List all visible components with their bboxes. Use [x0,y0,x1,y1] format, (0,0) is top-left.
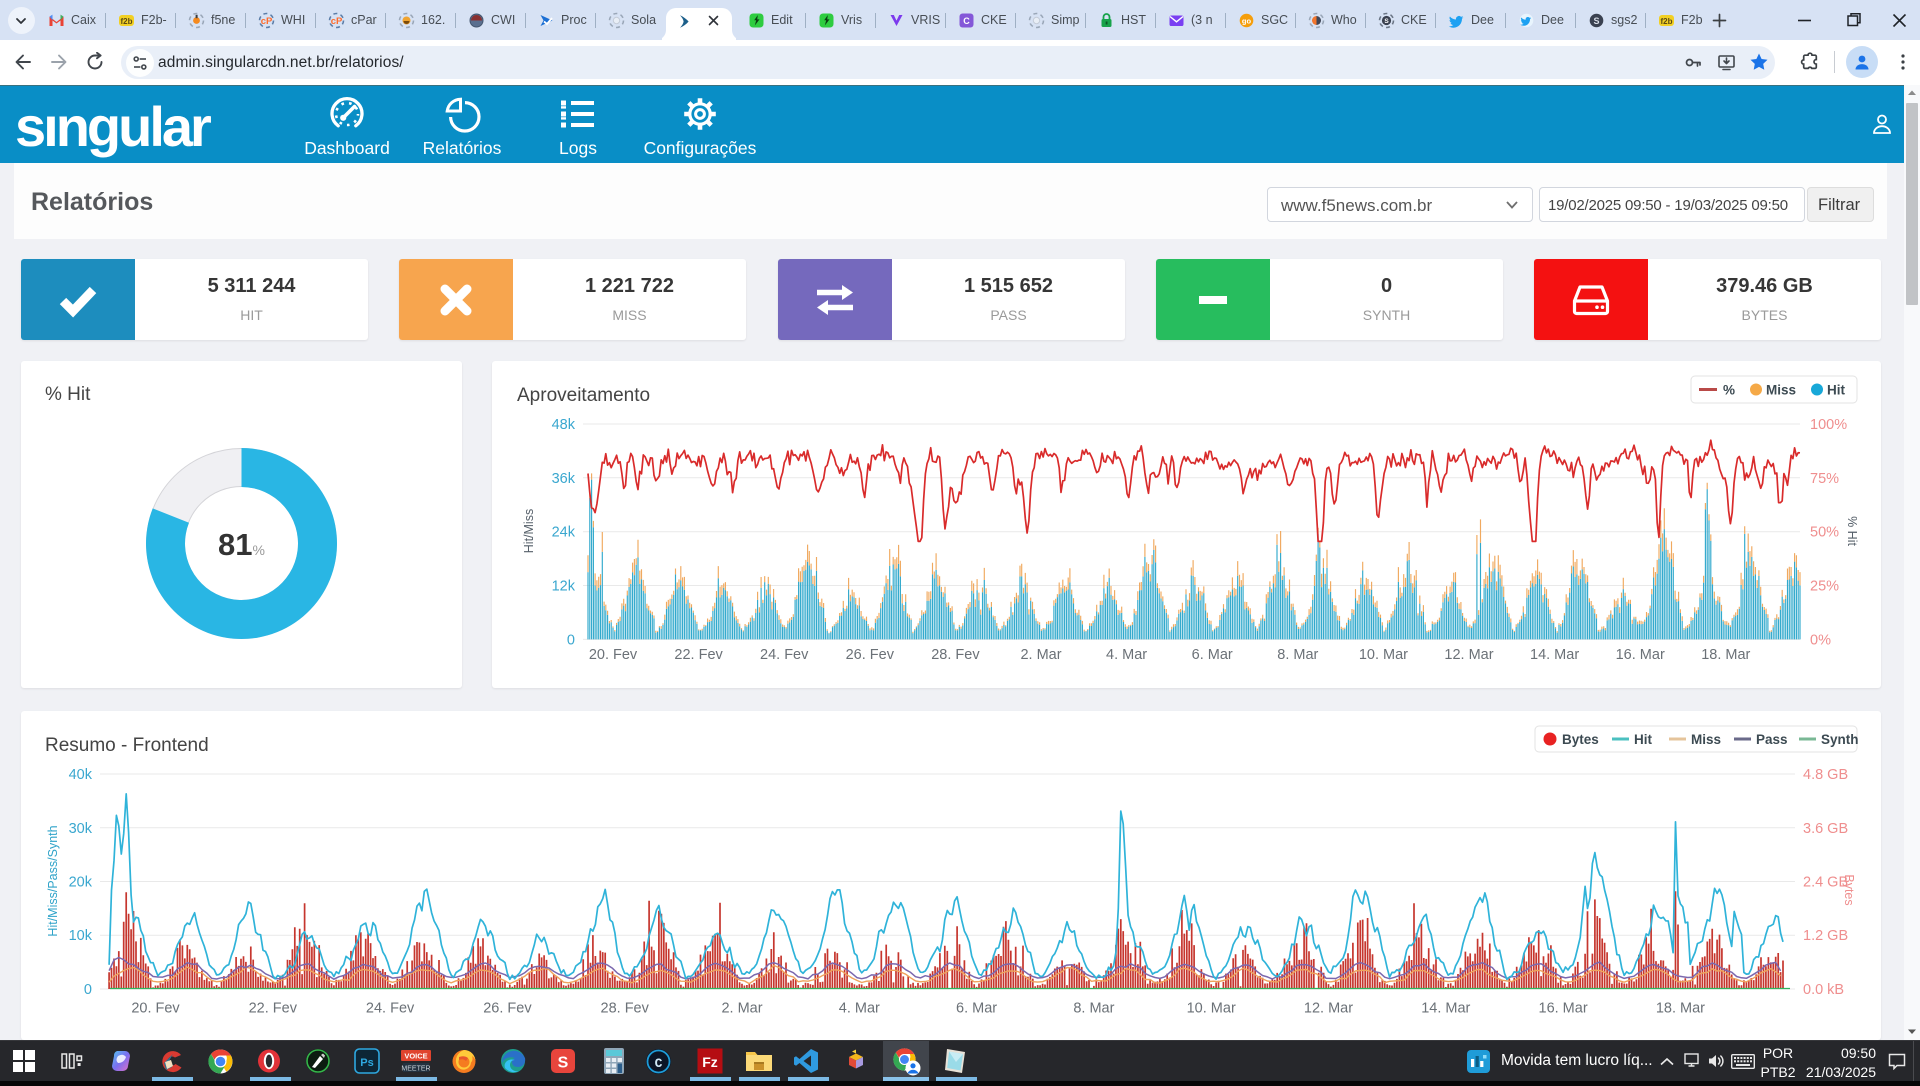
svg-text:Miss: Miss [1766,383,1796,398]
svg-text:14. Mar: 14. Mar [1421,1001,1470,1017]
svg-text:1.2 GB: 1.2 GB [1803,928,1848,944]
svg-text:2. Mar: 2. Mar [1020,647,1061,663]
svg-text:26. Fev: 26. Fev [846,647,895,663]
svg-text:0: 0 [84,982,92,998]
svg-text:VOICE: VOICE [404,1052,427,1061]
svg-text:% Hit: % Hit [1845,516,1859,546]
svg-text:S: S [1384,18,1389,25]
svg-text:50%: 50% [1810,525,1839,541]
svg-text:20. Fev: 20. Fev [589,647,638,663]
svg-text:40k: 40k [69,767,93,783]
svg-text:MEETER: MEETER [401,1066,430,1073]
svg-text:0%: 0% [1810,632,1831,648]
svg-text:2.4 GB: 2.4 GB [1803,875,1848,891]
svg-text:28. Fev: 28. Fev [931,647,980,663]
svg-text:cP: cP [261,16,273,27]
svg-text:12. Mar: 12. Mar [1444,647,1493,663]
svg-text:Miss: Miss [1691,732,1721,747]
svg-text:Pass: Pass [1756,732,1788,747]
svg-text:0.0 kB: 0.0 kB [1803,982,1844,998]
svg-text:Fz: Fz [702,1054,718,1070]
svg-text:25%: 25% [1810,579,1839,595]
svg-text:f2b: f2b [121,17,133,26]
svg-text:Resumo - Frontend: Resumo - Frontend [45,735,209,756]
svg-text:8. Mar: 8. Mar [1073,1001,1114,1017]
svg-text:Hit/Miss: Hit/Miss [522,509,536,553]
svg-text:6. Mar: 6. Mar [1192,647,1233,663]
svg-text:16. Mar: 16. Mar [1616,647,1665,663]
svg-text:go: go [1242,17,1252,26]
svg-text:22. Fev: 22. Fev [674,647,723,663]
svg-text:36k: 36k [552,471,576,487]
svg-text:S: S [1593,16,1599,26]
svg-text:C: C [963,16,970,26]
svg-text:Ps: Ps [360,1057,373,1069]
svg-text:Hit: Hit [1827,383,1846,398]
svg-text:20. Fev: 20. Fev [131,1001,180,1017]
svg-text:6. Mar: 6. Mar [956,1001,997,1017]
svg-text:18. Mar: 18. Mar [1656,1001,1705,1017]
svg-text:12k: 12k [552,579,576,595]
svg-text:24. Fev: 24. Fev [366,1001,415,1017]
svg-text:14. Mar: 14. Mar [1530,647,1579,663]
svg-text:12. Mar: 12. Mar [1304,1001,1353,1017]
svg-text:26. Fev: 26. Fev [483,1001,532,1017]
svg-text:16. Mar: 16. Mar [1539,1001,1588,1017]
svg-text:Bytes: Bytes [1842,874,1856,905]
svg-text:10k: 10k [69,928,93,944]
svg-text:20k: 20k [69,875,93,891]
svg-text:cP: cP [331,16,343,27]
svg-text:S: S [558,1055,569,1072]
svg-text:4.8 GB: 4.8 GB [1803,767,1848,783]
svg-text:18. Mar: 18. Mar [1701,647,1750,663]
svg-text:Hit: Hit [1634,732,1653,747]
svg-text:Hit/Miss/Pass/Synth: Hit/Miss/Pass/Synth [46,825,60,936]
svg-text:24k: 24k [552,525,576,541]
svg-text:30k: 30k [69,821,93,837]
svg-text:%: % [1723,383,1735,398]
svg-text:4. Mar: 4. Mar [839,1001,880,1017]
svg-text:Aproveitamento: Aproveitamento [517,385,650,406]
svg-text:8. Mar: 8. Mar [1277,647,1318,663]
svg-text:24. Fev: 24. Fev [760,647,809,663]
svg-text:4. Mar: 4. Mar [1106,647,1147,663]
svg-text:2. Mar: 2. Mar [721,1001,762,1017]
svg-text:Synth: Synth [1821,732,1859,747]
svg-text:10. Mar: 10. Mar [1187,1001,1236,1017]
svg-text:3.6 GB: 3.6 GB [1803,821,1848,837]
svg-text:28. Fev: 28. Fev [601,1001,650,1017]
svg-text:75%: 75% [1810,471,1839,487]
svg-text:10. Mar: 10. Mar [1359,647,1408,663]
svg-text:f2b: f2b [1661,17,1673,26]
svg-text:Bytes: Bytes [1562,732,1599,747]
svg-text:22. Fev: 22. Fev [249,1001,298,1017]
svg-text:48k: 48k [552,417,576,433]
svg-text:0: 0 [567,632,575,648]
svg-text:100%: 100% [1810,417,1847,433]
svg-text:C: C [655,1056,663,1071]
